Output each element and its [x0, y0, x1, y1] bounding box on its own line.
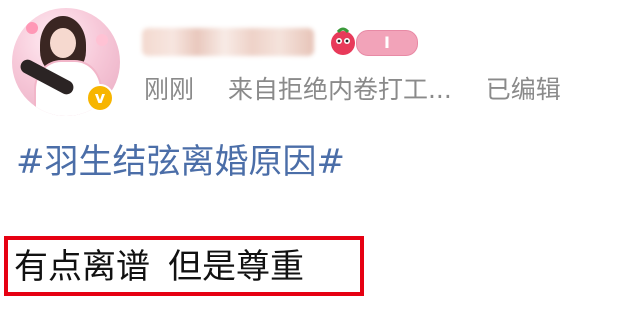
avatar-face: [50, 28, 76, 58]
edited-label[interactable]: 已编辑: [486, 75, 561, 104]
username-blurred[interactable]: [142, 28, 314, 56]
post-meta: 刚刚 来自拒绝内卷打工... 已编辑: [144, 74, 587, 106]
content-part-1: 有点离谱: [14, 247, 150, 287]
verified-icon: v: [86, 84, 114, 112]
post-content: 有点离谱 但是尊重: [14, 246, 322, 288]
user-badge[interactable]: I: [356, 30, 418, 56]
avatar-flower: [26, 22, 38, 34]
cherry-badge-icon: [331, 27, 355, 55]
avatar-flower: [96, 34, 108, 46]
hashtag-link[interactable]: #羽生结弦离婚原因#: [16, 141, 345, 183]
post-time: 刚刚: [144, 75, 195, 104]
content-part-2: 但是尊重: [168, 247, 304, 287]
post-source[interactable]: 来自拒绝内卷打工...: [228, 75, 452, 104]
